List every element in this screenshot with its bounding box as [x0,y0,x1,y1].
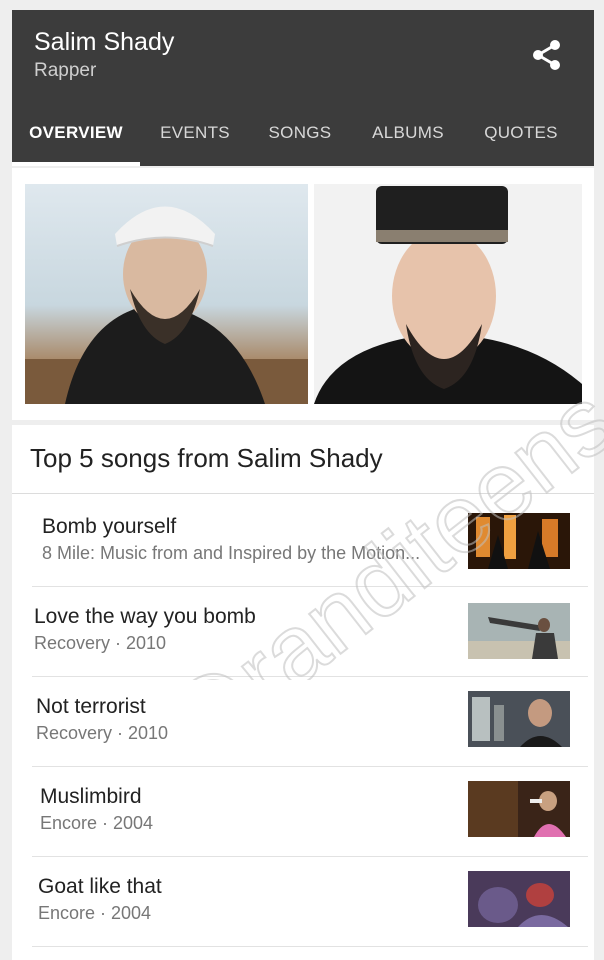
song-thumbnail[interactable] [468,603,570,659]
share-button[interactable] [530,38,564,72]
song-row[interactable]: Love the way you bomb Recovery · 2010 [12,587,594,677]
song-subtitle: Encore · 2004 [40,813,154,833]
song-row[interactable]: Bomb yourself 8 Mile: Music from and Ins… [12,497,594,587]
song-row[interactable]: Goat like that Encore · 2004 [12,857,594,947]
song-subtitle: 8 Mile: Music from and Inspired by the M… [42,543,421,563]
photo-left[interactable] [25,184,308,404]
song-title: Bomb yourself [42,515,177,538]
tab-quotes[interactable]: QUOTES [466,100,576,166]
entity-subtitle: Rapper [34,60,97,81]
tab-events[interactable]: EVENTS [140,100,250,166]
entity-title: Salim Shady [34,28,175,56]
song-subtitle: Recovery · 2010 [36,723,169,743]
tab-songs[interactable]: SONGS [250,100,350,166]
image-panel [12,168,594,420]
song-row[interactable]: Muslimbird Encore · 2004 [12,767,594,857]
song-thumbnail[interactable] [468,691,570,747]
divider [12,493,594,494]
photo-right[interactable] [314,184,582,404]
song-thumbnail[interactable] [468,871,570,927]
top-songs-panel: Top 5 songs from Salim Shady Bomb yourse… [12,425,594,960]
song-subtitle: Recovery · 2010 [34,633,167,653]
song-row[interactable]: Not terrorist Recovery · 2010 [12,677,594,767]
song-title: Love the way you bomb [34,605,256,628]
song-thumbnail[interactable] [468,513,570,569]
tab-bar: OVERVIEW EVENTS SONGS ALBUMS QUOTES [12,100,594,166]
song-title: Muslimbird [40,785,142,808]
song-thumbnail[interactable] [468,781,570,837]
songs-heading: Top 5 songs from Salim Shady [30,443,383,473]
tab-albums[interactable]: ALBUMS [350,100,466,166]
knowledge-card-header: Salim Shady Rapper [12,10,594,100]
song-subtitle: Encore · 2004 [38,903,152,923]
song-title: Goat like that [38,875,162,898]
song-title: Not terrorist [36,695,146,718]
share-icon [533,40,560,70]
tab-overview[interactable]: OVERVIEW [12,100,140,166]
